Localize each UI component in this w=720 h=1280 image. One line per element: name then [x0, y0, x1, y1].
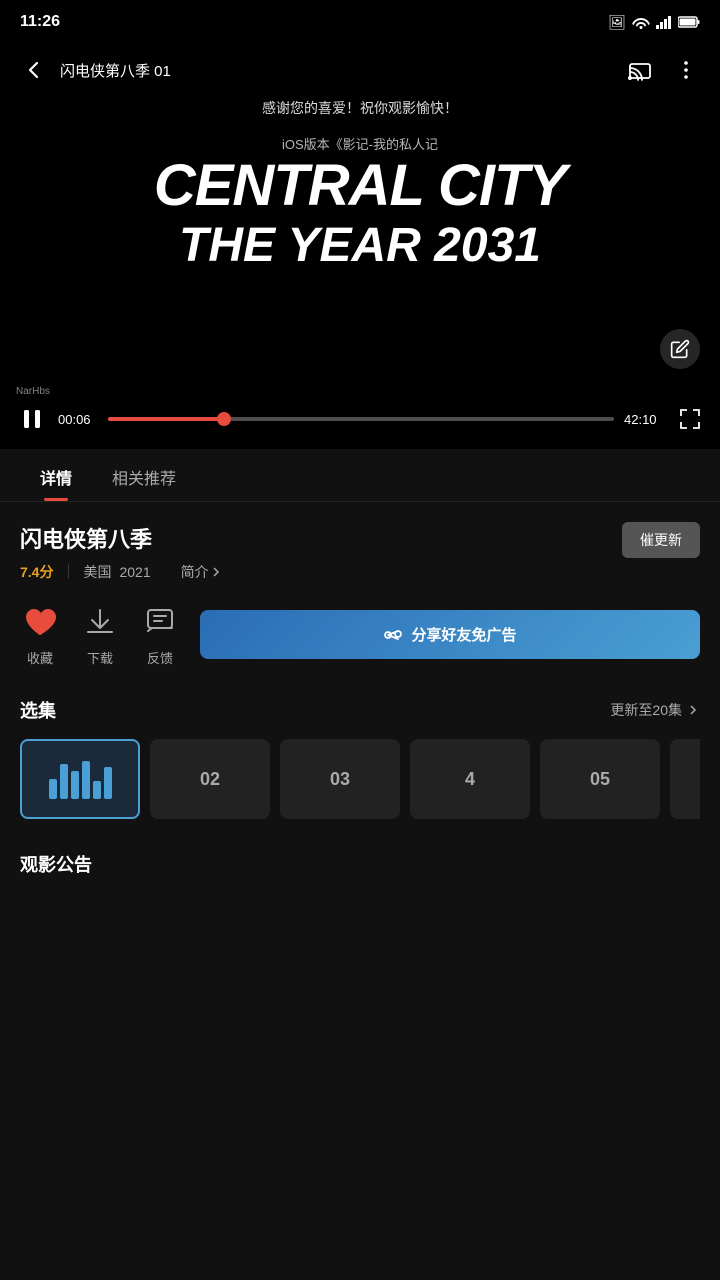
download-label: 下载: [87, 648, 113, 667]
wifi-icon: [632, 15, 650, 29]
video-big-title: CENTRAL CITY THE YEAR 2031: [0, 154, 720, 273]
episode-update-info[interactable]: 更新至20集: [610, 700, 700, 720]
back-button[interactable]: [16, 52, 52, 88]
show-country: 美国: [83, 562, 111, 582]
meta-divider-1: ｜: [61, 562, 75, 582]
bar-3: [71, 771, 79, 799]
episode-item-01[interactable]: [20, 739, 140, 819]
video-title-header: 闪电侠第八季 01: [60, 60, 622, 81]
show-meta: 7.4分 ｜ 美国 2021 简介: [20, 562, 223, 582]
narhbs-label: NarHbs: [16, 386, 50, 397]
fullscreen-button[interactable]: [676, 405, 704, 433]
episode-item-05[interactable]: 05: [540, 739, 660, 819]
tab-details[interactable]: 详情: [20, 449, 92, 501]
edit-button[interactable]: [660, 329, 700, 369]
meta-divider-2: [159, 562, 173, 582]
notification-text: 感谢您的喜爱！祝你观影愉快！: [250, 94, 470, 122]
episode-section-header: 选集 更新至20集: [20, 697, 700, 723]
notice-title: 观影公告: [20, 851, 700, 877]
update-button[interactable]: 催更新: [622, 522, 700, 558]
progress-fill: [108, 417, 224, 421]
year-text: THE YEAR 2031: [0, 218, 720, 273]
bar-6: [104, 767, 112, 799]
download-button[interactable]: 下载: [80, 602, 120, 667]
header-icons: [622, 52, 704, 88]
show-year: 2021: [119, 564, 150, 580]
episode-grid: 02 03 4 05 06: [20, 739, 700, 827]
collect-button[interactable]: 收藏: [20, 602, 60, 667]
total-time: 42:10: [624, 412, 666, 427]
video-top-overlay: 闪电侠第八季 01: [0, 44, 720, 96]
ios-version-text: iOS版本《影记-我的私人记: [282, 137, 438, 152]
current-time: 00:06: [58, 412, 98, 427]
brief-link[interactable]: 简介: [181, 562, 223, 582]
notice-section: 观影公告: [20, 851, 700, 907]
show-score: 7.4分: [20, 562, 53, 582]
notification-overlay: 感谢您的喜爱！祝你观影愉快！: [0, 94, 720, 122]
progress-bar[interactable]: [108, 417, 614, 421]
feedback-label: 反馈: [147, 648, 173, 667]
show-title: 闪电侠第八季: [20, 522, 223, 554]
actions-row: 收藏 下载 反馈: [20, 602, 700, 667]
status-time: 11:26: [20, 13, 60, 31]
video-player: 闪电侠第八季 01 感谢您的喜爱！祝你观影愉快！: [0, 44, 720, 449]
episode-item-02[interactable]: 02: [150, 739, 270, 819]
tabs-container: 详情 相关推荐: [0, 449, 720, 502]
central-city-text: CENTRAL CITY: [0, 154, 720, 218]
bar-2: [60, 764, 68, 799]
controls-row: 00:06 42:10: [16, 403, 704, 435]
episode-item-03[interactable]: 03: [280, 739, 400, 819]
share-ad-label: 分享好友免广告: [411, 624, 516, 645]
status-icons: 🖼: [608, 14, 700, 31]
battery-icon: [678, 16, 700, 28]
feedback-icon: [140, 602, 180, 642]
bar-4: [82, 761, 90, 799]
bar-5: [93, 781, 101, 799]
content-area: 闪电侠第八季 7.4分 ｜ 美国 2021 简介 催更新: [0, 502, 720, 907]
tab-related[interactable]: 相关推荐: [92, 449, 196, 501]
progress-thumb: [217, 412, 231, 426]
bar-1: [49, 779, 57, 799]
episode-bars: [49, 759, 112, 799]
ios-version-overlay: iOS版本《影记-我的私人记: [0, 134, 720, 154]
episode-item-06[interactable]: 06: [670, 739, 700, 819]
more-button[interactable]: [668, 52, 704, 88]
collect-label: 收藏: [27, 648, 53, 667]
pause-button[interactable]: [16, 403, 48, 435]
signal-icon: [656, 15, 672, 29]
episode-item-04[interactable]: 4: [410, 739, 530, 819]
show-title-block: 闪电侠第八季 7.4分 ｜ 美国 2021 简介: [20, 522, 223, 582]
video-controls: NarHbs 00:06 42:10: [0, 393, 720, 449]
episode-section-title: 选集: [20, 697, 56, 723]
feedback-button[interactable]: 反馈: [140, 602, 180, 667]
download-icon: [80, 602, 120, 642]
cast-button[interactable]: [622, 52, 658, 88]
image-icon: 🖼: [608, 14, 626, 31]
heart-icon: [20, 602, 60, 642]
status-bar: 11:26 🖼: [0, 0, 720, 44]
share-ad-button[interactable]: 分享好友免广告: [200, 610, 700, 659]
show-info-row: 闪电侠第八季 7.4分 ｜ 美国 2021 简介 催更新: [20, 522, 700, 582]
